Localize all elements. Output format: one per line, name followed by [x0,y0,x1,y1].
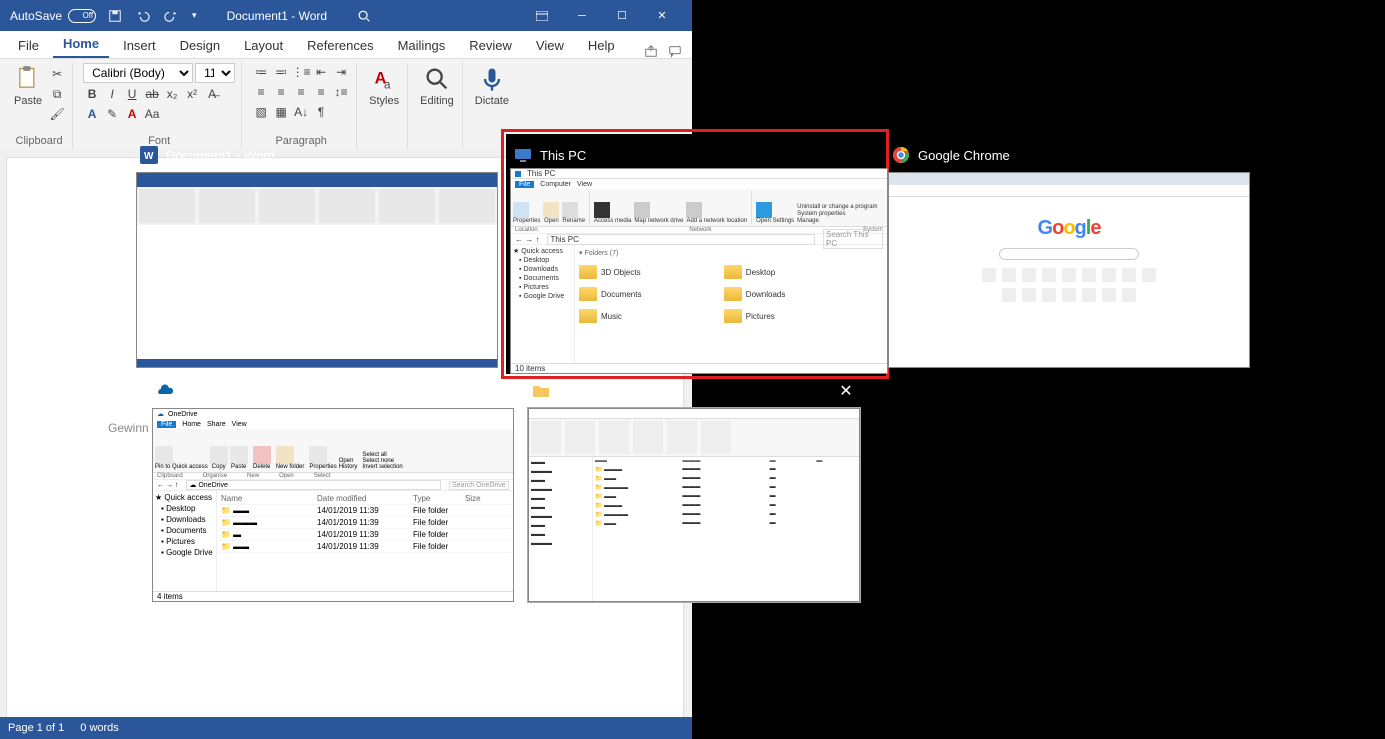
justify-icon[interactable]: ≡ [312,83,330,101]
close-button[interactable]: ✕ [642,0,682,31]
tab-layout[interactable]: Layout [234,33,293,58]
autosave-toggle[interactable]: AutoSave Off [10,9,96,23]
taskview-title-word: Document1 - Word [166,148,275,163]
save-icon[interactable] [108,9,122,23]
superscript-icon[interactable]: x² [183,85,201,103]
ribbon-display-icon[interactable] [522,0,562,31]
task-view: W Document1 - Word This PC This PC [112,118,1272,638]
microphone-icon [478,65,506,93]
line-spacing-icon[interactable]: ↕≡ [332,83,350,101]
underline-icon[interactable]: U [123,85,141,103]
strikethrough-icon[interactable]: ab [143,85,161,103]
word-titlebar: AutoSave Off ▾ Document1 - Word ─ ☐ ✕ [0,0,692,31]
taskview-thumb-documents[interactable]: ▬▬▬▬▬▬▬▬▬▬▬▬▬▬▬▬▬▬▬▬▬▬▬▬ ▬▬▬▬▬▬▬ 📁 ▬▬▬▬▬… [528,408,860,602]
taskview-window-chrome[interactable]: Google Chrome Google [888,138,1250,368]
minimize-button[interactable]: ─ [562,0,602,31]
taskview-title-documents: Documents [558,384,624,399]
google-logo: Google [1038,217,1101,240]
editing-button[interactable]: Editing [418,63,456,109]
taskview-close-button[interactable]: ✕ [836,381,856,401]
taskview-thumb-thispc[interactable]: This PC File Computer View Properties Op… [510,168,888,374]
qat-dropdown-icon[interactable]: ▾ [192,10,197,21]
group-clipboard: Paste ✂ ⧉ 🖌 Clipboard [6,63,73,149]
ribbon-tabs: File Home Insert Design Layout Reference… [0,31,692,59]
tab-home[interactable]: Home [53,31,109,58]
pc-icon [514,146,532,164]
comments-icon[interactable] [668,44,682,58]
folder-icon [532,382,550,400]
taskview-thumb-onedrive[interactable]: ☁OneDrive File Home Share View Pin to Qu… [152,408,514,602]
taskview-title-chrome: Google Chrome [918,148,1010,163]
subscript-icon[interactable]: x₂ [163,85,181,103]
autosave-state[interactable]: Off [68,9,96,23]
bullets-icon[interactable]: ≔ [252,63,270,81]
tab-insert[interactable]: Insert [113,33,166,58]
tab-help[interactable]: Help [578,33,625,58]
svg-text:W: W [144,151,154,162]
styles-button[interactable]: Aa Styles [367,63,401,109]
taskview-window-documents[interactable]: Documents ✕ ▬▬▬▬▬▬▬▬▬▬▬▬▬▬▬▬▬▬▬▬▬▬▬▬ ▬▬▬… [528,374,860,602]
find-icon [423,65,451,93]
autosave-label: AutoSave [10,9,62,23]
bold-icon[interactable]: B [83,85,101,103]
decrease-indent-icon[interactable]: ⇤ [312,63,330,81]
tab-view[interactable]: View [526,33,574,58]
taskview-window-thispc[interactable]: This PC This PC File Computer View Prope… [506,134,884,374]
taskview-title-onedrive: OneDrive [182,384,237,399]
share-icon[interactable] [644,44,658,58]
taskview-window-word[interactable]: W Document1 - Word [136,138,498,368]
chrome-icon [892,146,910,164]
document-title: Document1 - Word [227,9,327,23]
paste-button[interactable]: Paste [12,63,44,109]
quick-access-toolbar: ▾ [108,9,197,23]
align-left-icon[interactable]: ≡ [252,83,270,101]
tab-file[interactable]: File [8,33,49,58]
redo-icon[interactable] [164,9,178,23]
taskview-thumb-chrome[interactable]: Google [888,172,1250,368]
taskview-window-onedrive[interactable]: OneDrive ☁OneDrive File Home Share View … [152,374,514,602]
search-icon [357,9,371,23]
word-count[interactable]: 0 words [80,722,119,734]
tab-mailings[interactable]: Mailings [388,33,456,58]
clear-format-icon[interactable]: A̶ [203,85,221,103]
search-box[interactable] [357,9,371,23]
taskview-thumb-word[interactable] [136,172,498,368]
paste-icon [14,65,42,93]
copy-icon[interactable]: ⧉ [48,85,66,103]
tab-review[interactable]: Review [459,33,522,58]
undo-icon[interactable] [136,9,150,23]
font-size-select[interactable]: 11 [195,63,235,83]
page-indicator[interactable]: Page 1 of 1 [8,722,64,734]
format-painter-icon[interactable]: 🖌 [48,105,66,123]
onedrive-icon [156,382,174,400]
word-icon: W [140,146,158,164]
increase-indent-icon[interactable]: ⇥ [332,63,350,81]
svg-text:a: a [384,78,391,91]
status-bar: Page 1 of 1 0 words [0,717,692,739]
text-effects-icon[interactable]: A [83,105,101,123]
maximize-button[interactable]: ☐ [602,0,642,31]
taskview-title-thispc: This PC [540,148,586,163]
multilevel-icon[interactable]: ⋮≡ [292,63,310,81]
tab-design[interactable]: Design [170,33,230,58]
styles-icon: Aa [370,65,398,93]
cut-icon[interactable]: ✂ [48,65,66,83]
numbering-icon[interactable]: ≕ [272,63,290,81]
align-right-icon[interactable]: ≡ [292,83,310,101]
tab-references[interactable]: References [297,33,383,58]
font-family-select[interactable]: Calibri (Body) [83,63,193,83]
italic-icon[interactable]: I [103,85,121,103]
align-center-icon[interactable]: ≡ [272,83,290,101]
dictate-button[interactable]: Dictate [473,63,511,109]
